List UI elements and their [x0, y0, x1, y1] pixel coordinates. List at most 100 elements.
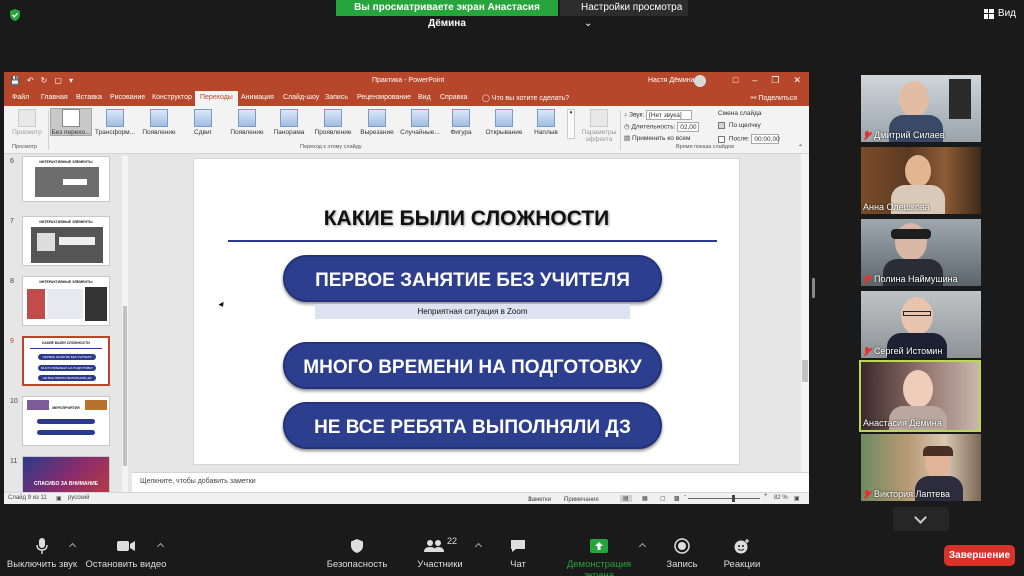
transition-cover[interactable]: Наплыв — [528, 109, 564, 136]
transition-none[interactable]: Без перехо... — [50, 109, 92, 136]
undo-icon[interactable]: ↶ — [27, 76, 34, 85]
slide-title[interactable]: КАКИЕ БЫЛИ СЛОЖНОСТИ — [194, 207, 739, 231]
view-button[interactable]: Вид — [983, 8, 1016, 19]
tab-draw[interactable]: Рисование — [110, 94, 145, 101]
on-click-checkbox-row[interactable]: По щелчку — [718, 122, 761, 129]
thumbnails-scrollbar[interactable] — [122, 156, 128, 492]
slide-pill-first-lesson[interactable]: ПЕРВОЕ ЗАНЯТИЕ БЕЗ УЧИТЕЛЯ — [283, 255, 662, 302]
transition-push[interactable]: Сдвиг — [182, 109, 224, 136]
transition-reveal[interactable]: Проявление — [310, 109, 356, 136]
transition-shape[interactable]: Фигура — [444, 109, 478, 136]
participant-tile-active-speaker[interactable]: Анастасия Дёмина — [859, 360, 981, 432]
ribbon-display-icon[interactable]: □ — [733, 75, 738, 86]
preview-button[interactable]: Просмотр — [8, 109, 46, 136]
close-icon[interactable]: ✕ — [793, 75, 801, 86]
slide-scrollbar[interactable] — [801, 154, 809, 472]
collapse-ribbon-icon[interactable]: ⌃ — [798, 144, 803, 151]
tab-design[interactable]: Конструктор — [152, 94, 192, 101]
after-input[interactable]: 00:00,00 — [751, 134, 780, 144]
slide-thumbnail-8[interactable]: ИНТЕРАКТИВНЫЕ ЭЛЕМЕНТЫ — [22, 276, 110, 326]
tab-record[interactable]: Запись — [325, 94, 348, 101]
participants-button[interactable]: 22 Участники — [412, 536, 468, 570]
slide-thumbnail-10[interactable]: МЕРОПРИЯТИЯ — [22, 396, 110, 446]
customize-qa-icon[interactable]: ▾ — [69, 76, 73, 85]
ppt-user-name[interactable]: Настя Дёмина — [648, 77, 695, 84]
zoom-level[interactable]: 82 % — [774, 495, 788, 501]
fit-slide-icon[interactable]: ▣ — [794, 495, 800, 502]
after-checkbox[interactable] — [718, 135, 725, 143]
minimize-icon[interactable]: – — [752, 75, 757, 86]
shield-icon[interactable] — [8, 8, 22, 22]
slideshow-view-icon[interactable]: ▩ — [674, 495, 680, 502]
participants-options-caret[interactable] — [474, 542, 483, 551]
gallery-scroll[interactable]: ▾ — [567, 109, 575, 139]
mute-button[interactable]: Выключить звук — [4, 536, 80, 570]
powerpoint-window: 💾 ↶ ↻ ▢ ▾ Практика - PowerPoint Настя Дё… — [4, 72, 809, 504]
transition-morph[interactable]: Трансформ... — [94, 109, 136, 136]
save-icon[interactable]: 💾 — [10, 76, 20, 85]
chat-button[interactable]: Чат — [500, 536, 536, 570]
transition-pan[interactable]: Панорама — [268, 109, 310, 136]
accessibility-icon[interactable]: ▣ — [56, 495, 62, 502]
sound-dropdown[interactable]: [Нет звука] — [646, 110, 693, 120]
transition-cut[interactable]: Вырезание — [356, 109, 398, 136]
tab-view[interactable]: Вид — [418, 94, 431, 101]
transition-uncover[interactable]: Открывание — [482, 109, 526, 136]
reading-view-icon[interactable]: ▢ — [660, 495, 666, 502]
slide-pill-homework[interactable]: НЕ ВСЕ РЕБЯТА ВЫПОЛНЯЛИ ДЗ — [283, 402, 662, 449]
reactions-button[interactable]: Реакции — [720, 536, 764, 570]
slide-thumbnail-7[interactable]: ИНТЕРАКТИВНЫЕ ЭЛЕМЕНТЫ — [22, 216, 110, 266]
duration-input[interactable]: 02,00 — [677, 122, 700, 132]
tab-insert[interactable]: Вставка — [76, 94, 102, 101]
share-screen-button[interactable]: Демонстрация экрана — [552, 536, 646, 576]
share-button[interactable]: ⚯ Поделиться — [751, 94, 797, 102]
stop-video-button[interactable]: Остановить видео — [84, 536, 168, 570]
participant-tile[interactable]: Полина Наймушина — [861, 219, 981, 286]
more-participants-button[interactable] — [893, 507, 949, 531]
transition-wipe[interactable]: Появление — [226, 109, 268, 136]
transition-push-label: Сдвиг — [194, 129, 212, 136]
apply-all-button[interactable]: ▤ Применить ко всем — [624, 134, 690, 142]
current-slide[interactable]: КАКИЕ БЫЛИ СЛОЖНОСТИ ПЕРВОЕ ЗАНЯТИЕ БЕЗ … — [193, 158, 740, 465]
zoom-slider-thumb[interactable] — [732, 495, 735, 502]
slide-thumbnail-9[interactable]: КАКИЕ БЫЛИ СЛОЖНОСТИ ПЕРВОЕ ЗАНЯТИЕ БЕЗ … — [22, 336, 110, 386]
on-click-checkbox[interactable] — [718, 122, 725, 129]
end-meeting-button[interactable]: Завершение — [944, 545, 1015, 566]
slide-thumbnail-11[interactable]: СПАСИБО ЗА ВНИМАНИЕ — [22, 456, 110, 494]
tab-animations[interactable]: Анимация — [241, 94, 274, 101]
view-options-button[interactable]: Настройки просмотра ⌄ — [560, 0, 688, 29]
zoom-slider[interactable] — [688, 498, 760, 499]
language-indicator[interactable]: русский — [68, 495, 90, 501]
zoom-out-icon[interactable]: - — [684, 493, 686, 499]
avatar[interactable] — [694, 75, 706, 87]
tab-review[interactable]: Рецензирование — [357, 94, 411, 101]
effect-options-button[interactable]: Параметры эффекта — [578, 109, 620, 143]
participant-tile[interactable]: Сергей Истомин — [861, 291, 981, 358]
maximize-icon[interactable]: ❐ — [771, 75, 779, 86]
notes-pane[interactable]: Щелкните, чтобы добавить заметки — [132, 472, 809, 492]
panel-resize-handle[interactable] — [812, 278, 815, 298]
tab-home[interactable]: Главная — [41, 94, 68, 101]
thumbnails-scroll-thumb[interactable] — [123, 306, 127, 466]
participant-tile[interactable]: Дмитрий Силаев — [861, 75, 981, 142]
slide-note-strip[interactable]: Неприятная ситуация в Zoom — [315, 304, 630, 319]
slide-pill-preparation[interactable]: МНОГО ВРЕМЕНИ НА ПОДГОТОВКУ — [283, 342, 662, 389]
tab-file[interactable]: Файл — [12, 94, 29, 101]
start-slideshow-icon[interactable]: ▢ — [54, 76, 62, 85]
security-button[interactable]: Безопасность — [322, 536, 392, 570]
participant-tile[interactable]: Анна Олешкова — [861, 147, 981, 214]
zoom-in-icon[interactable]: + — [764, 493, 768, 499]
slide-scroll-thumb[interactable] — [802, 360, 808, 382]
normal-view-icon[interactable]: ▤ — [620, 495, 632, 502]
slide-sorter-icon[interactable]: ▦ — [642, 495, 648, 502]
tab-transitions[interactable]: Переходы — [195, 91, 238, 106]
tab-help[interactable]: Справка — [440, 94, 467, 101]
slide-thumbnail-6[interactable]: ИНТЕРАКТИВНЫЕ ЭЛЕМЕНТЫ — [22, 156, 110, 202]
participant-tile[interactable]: Виктория Лаптева — [861, 434, 981, 501]
redo-icon[interactable]: ↻ — [41, 76, 48, 85]
tab-slideshow[interactable]: Слайд-шоу — [283, 94, 319, 101]
record-button[interactable]: Запись — [662, 536, 702, 570]
transition-random[interactable]: Случайные... — [398, 109, 442, 136]
transition-fade[interactable]: Появление — [138, 109, 180, 136]
tell-me-search[interactable]: ◯ Что вы хотите сделать? — [482, 94, 569, 102]
